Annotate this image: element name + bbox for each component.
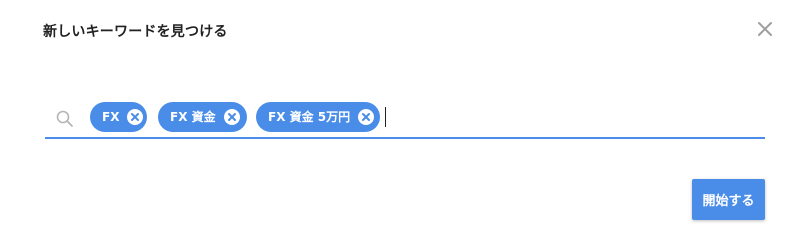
keyword-search-field[interactable]: FX FX 資金 FX 資金 5万円	[45, 99, 765, 139]
keyword-chip[interactable]: FX	[90, 102, 147, 132]
keyword-chip-label: FX	[102, 110, 120, 124]
remove-chip-icon[interactable]	[223, 108, 241, 126]
remove-chip-icon[interactable]	[357, 108, 375, 126]
keyword-chip-label: FX 資金	[170, 110, 216, 124]
close-icon[interactable]	[754, 18, 776, 40]
start-button[interactable]: 開始する	[692, 179, 765, 220]
search-icon	[55, 109, 75, 129]
keyword-input[interactable]	[385, 105, 755, 131]
remove-chip-icon[interactable]	[126, 108, 144, 126]
dialog-title: 新しいキーワードを見つける	[43, 24, 228, 40]
keyword-chip-label: FX 資金 5万円	[268, 110, 351, 124]
keyword-dialog: 新しいキーワードを見つける FX FX 資金 FX 資金 5万円 開始する	[0, 0, 809, 251]
keyword-chip[interactable]: FX 資金 5万円	[256, 102, 380, 132]
text-caret	[385, 107, 386, 127]
keyword-chip[interactable]: FX 資金	[158, 102, 247, 132]
